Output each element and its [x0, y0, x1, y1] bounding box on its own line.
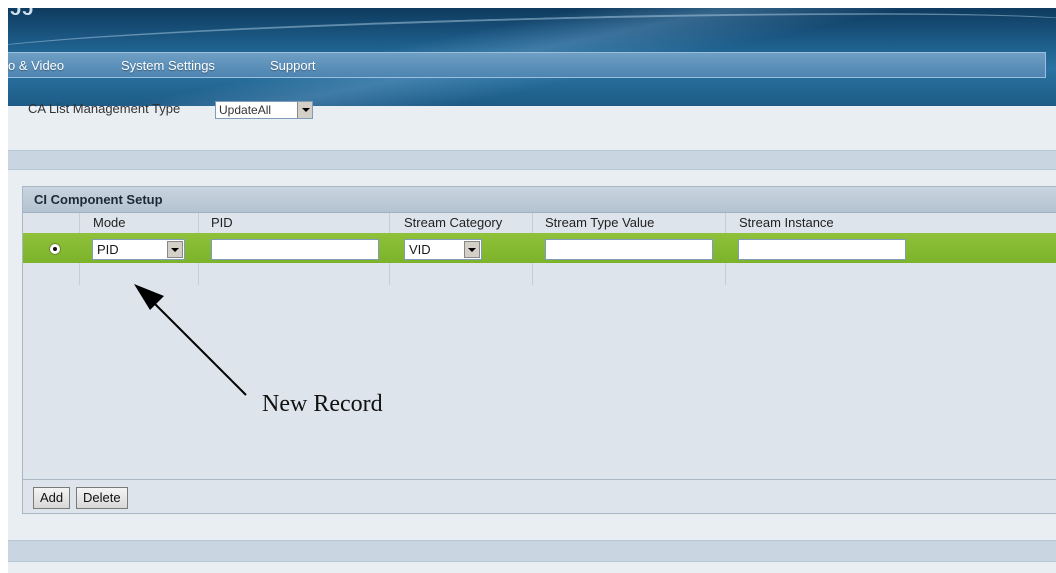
section-divider-band: [8, 150, 1056, 170]
ca-list-management-value: UpdateAll: [219, 103, 272, 117]
ci-component-setup-panel: CI Component Setup Mode PID Stream Categ…: [22, 186, 1056, 514]
panel-header: CI Component Setup: [23, 187, 1056, 213]
nav-item-system-settings[interactable]: System Settings: [121, 58, 215, 73]
column-header-pid: PID: [211, 215, 233, 230]
panel-title: CI Component Setup: [34, 192, 163, 207]
stream-type-value-input[interactable]: [545, 239, 713, 260]
stream-instance-input[interactable]: [738, 239, 906, 260]
chevron-down-icon[interactable]: [297, 102, 312, 118]
ca-list-management-select[interactable]: UpdateAll: [215, 101, 313, 119]
pid-input[interactable]: [211, 239, 379, 260]
table-row[interactable]: PID VID: [23, 233, 1056, 263]
column-header-stream-instance: Stream Instance: [739, 215, 834, 230]
row-select-radio[interactable]: [49, 243, 61, 255]
column-header-stream-type-value: Stream Type Value: [545, 215, 655, 230]
delete-button[interactable]: Delete: [76, 487, 128, 509]
chevron-down-icon[interactable]: [167, 241, 183, 258]
nav-item-support[interactable]: Support: [270, 58, 316, 73]
app-window: ɔɔ o & Video System Settings Support CA …: [8, 8, 1056, 573]
nav-item-audio-video[interactable]: o & Video: [8, 58, 64, 73]
stream-category-select[interactable]: VID: [404, 239, 482, 260]
chevron-down-icon[interactable]: [464, 241, 480, 258]
main-nav-bar: o & Video System Settings Support: [8, 52, 1046, 78]
logo-fragment: ɔɔ: [10, 8, 35, 20]
table-header-row: Mode PID Stream Category Stream Type Val…: [23, 213, 1056, 233]
mode-select[interactable]: PID: [92, 239, 185, 260]
banner-header: ɔɔ o & Video System Settings Support: [8, 8, 1056, 106]
mode-value: PID: [97, 242, 119, 257]
ca-list-management-label: CA List Management Type: [28, 101, 181, 116]
section-divider-band: [8, 540, 1056, 562]
add-button[interactable]: Add: [33, 487, 71, 509]
annotation-label: New Record: [262, 391, 383, 417]
panel-footer: Add Delete: [23, 479, 1056, 513]
column-header-mode: Mode: [93, 215, 126, 230]
column-header-stream-category: Stream Category: [404, 215, 503, 230]
stream-category-value: VID: [409, 242, 431, 257]
